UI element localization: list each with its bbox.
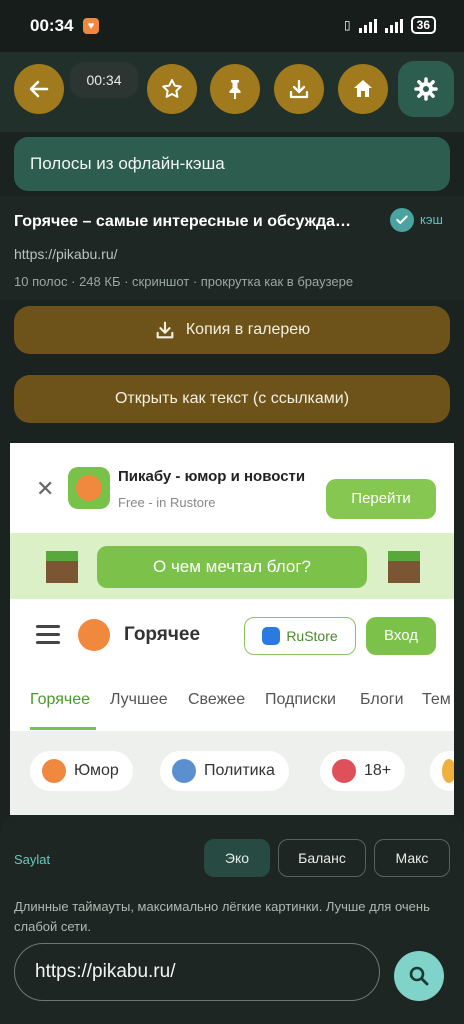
app-promo-banner: ✕ Пикабу - юмор и новости Free - in Rust… [10, 443, 454, 533]
time-chip: 00:34 [70, 62, 138, 98]
site-tabs: Горячее Лучшее Свежее Подписки Блоги Тем [10, 671, 454, 731]
back-arrow-icon [29, 80, 49, 98]
pin-icon [229, 80, 241, 99]
grass-block-icon [388, 551, 420, 583]
status-indicators: ▯ 36 [344, 16, 436, 34]
open-as-text-button[interactable]: Открыть как текст (с ссылками) [14, 375, 450, 423]
settings-button[interactable] [398, 61, 454, 117]
download-icon [156, 321, 174, 339]
chip-more[interactable] [430, 751, 454, 791]
mode-description: Длинные таймауты, максимально лёгкие кар… [14, 899, 430, 934]
section-title: Горячее [124, 624, 201, 645]
chip-18plus[interactable]: 18+ [320, 751, 406, 791]
blog-dream-button[interactable]: О чем мечтал блог? [97, 546, 367, 588]
status-time: 00:34 [30, 16, 74, 35]
page-screenshot-preview[interactable]: ✕ Пикабу - юмор и новости Free - in Rust… [10, 443, 454, 815]
mode-balance-button[interactable]: Баланс [278, 839, 366, 877]
tab-best[interactable]: Лучшее [110, 691, 168, 709]
search-icon [409, 966, 429, 986]
app-promo-subtitle: Free - in Rustore [118, 495, 216, 510]
adult-icon [332, 759, 356, 783]
close-icon[interactable]: ✕ [36, 476, 54, 502]
star-icon [162, 79, 182, 98]
login-button[interactable]: Вход [366, 617, 436, 655]
favorite-button[interactable] [147, 64, 197, 114]
home-icon [354, 80, 372, 97]
notification-app-icon: ♥ [83, 18, 99, 34]
page-title: Горячее – самые интересные и обсужда… [14, 213, 352, 230]
cache-check-icon [390, 208, 414, 232]
page-card[interactable]: Горячее – самые интересные и обсужда… кэ… [0, 196, 464, 300]
go-button[interactable]: Перейти [326, 479, 436, 519]
chip-more-icon [442, 759, 454, 783]
home-button[interactable] [338, 64, 388, 114]
app-promo-title: Пикабу - юмор и новости [118, 468, 306, 485]
chip-humor[interactable]: Юмор [30, 751, 133, 791]
signal-icon [358, 17, 377, 33]
menu-icon[interactable] [36, 625, 60, 649]
url-input[interactable]: https://pikabu.ru/ [14, 943, 380, 1001]
battery-indicator: 36 [410, 16, 436, 34]
grass-block-icon [46, 551, 78, 583]
chip-politics-label: Политика [204, 762, 275, 779]
chip-18plus-label: 18+ [364, 762, 392, 779]
site-header: Горячее RuStore Вход [10, 599, 454, 671]
download-button[interactable] [274, 64, 324, 114]
back-button[interactable] [14, 64, 64, 114]
vibrate-icon: ▯ [344, 18, 351, 32]
tab-fresh[interactable]: Свежее [188, 691, 245, 709]
search-button[interactable] [394, 951, 444, 1001]
toolbar: 00:34 [0, 52, 464, 132]
copy-to-gallery-button[interactable]: Копия в галерею [14, 306, 450, 354]
pikabu-logo-icon [78, 619, 110, 651]
bottom-panel: Saylat Эко Баланс Макс Длинные таймауты,… [0, 815, 464, 1024]
tab-blogs[interactable]: Блоги [360, 691, 404, 709]
open-as-text-label: Открыть как текст (с ссылками) [114, 390, 350, 407]
humor-icon [42, 759, 66, 783]
signal-icon-2 [384, 17, 403, 33]
tab-subscriptions[interactable]: Подписки [265, 691, 336, 709]
tab-topics[interactable]: Тем [422, 691, 451, 709]
download-icon [289, 79, 309, 99]
tab-hot[interactable]: Горячее [30, 691, 90, 709]
page-meta: 10 полос · 248 КБ · скриншот · прокрутка… [14, 274, 354, 289]
chip-humor-label: Юмор [74, 762, 119, 779]
pikabu-app-icon [68, 467, 110, 509]
mode-max-button[interactable]: Макс [374, 839, 450, 877]
offline-cache-banner[interactable]: Полосы из офлайн-кэша [14, 137, 450, 191]
gear-icon [414, 77, 438, 101]
cache-label: кэш [420, 212, 443, 227]
rustore-label: RuStore [286, 628, 338, 644]
page-url: https://pikabu.ru/ [14, 246, 118, 262]
copy-to-gallery-label: Копия в галерею [185, 321, 311, 338]
globe-icon [172, 759, 196, 783]
blog-promo: О чем мечтал блог? [10, 533, 454, 599]
status-bar: 00:34 ♥ ▯ 36 [0, 0, 464, 52]
mode-eco-button[interactable]: Эко [204, 839, 270, 877]
chip-politics[interactable]: Политика [160, 751, 289, 791]
rustore-button[interactable]: RuStore [244, 617, 356, 655]
category-chips: Юмор Политика 18+ [10, 731, 454, 815]
active-tab-underline [30, 727, 96, 730]
rustore-icon [262, 627, 281, 645]
pin-button[interactable] [210, 64, 260, 114]
panel-label: Saylat [14, 852, 51, 867]
